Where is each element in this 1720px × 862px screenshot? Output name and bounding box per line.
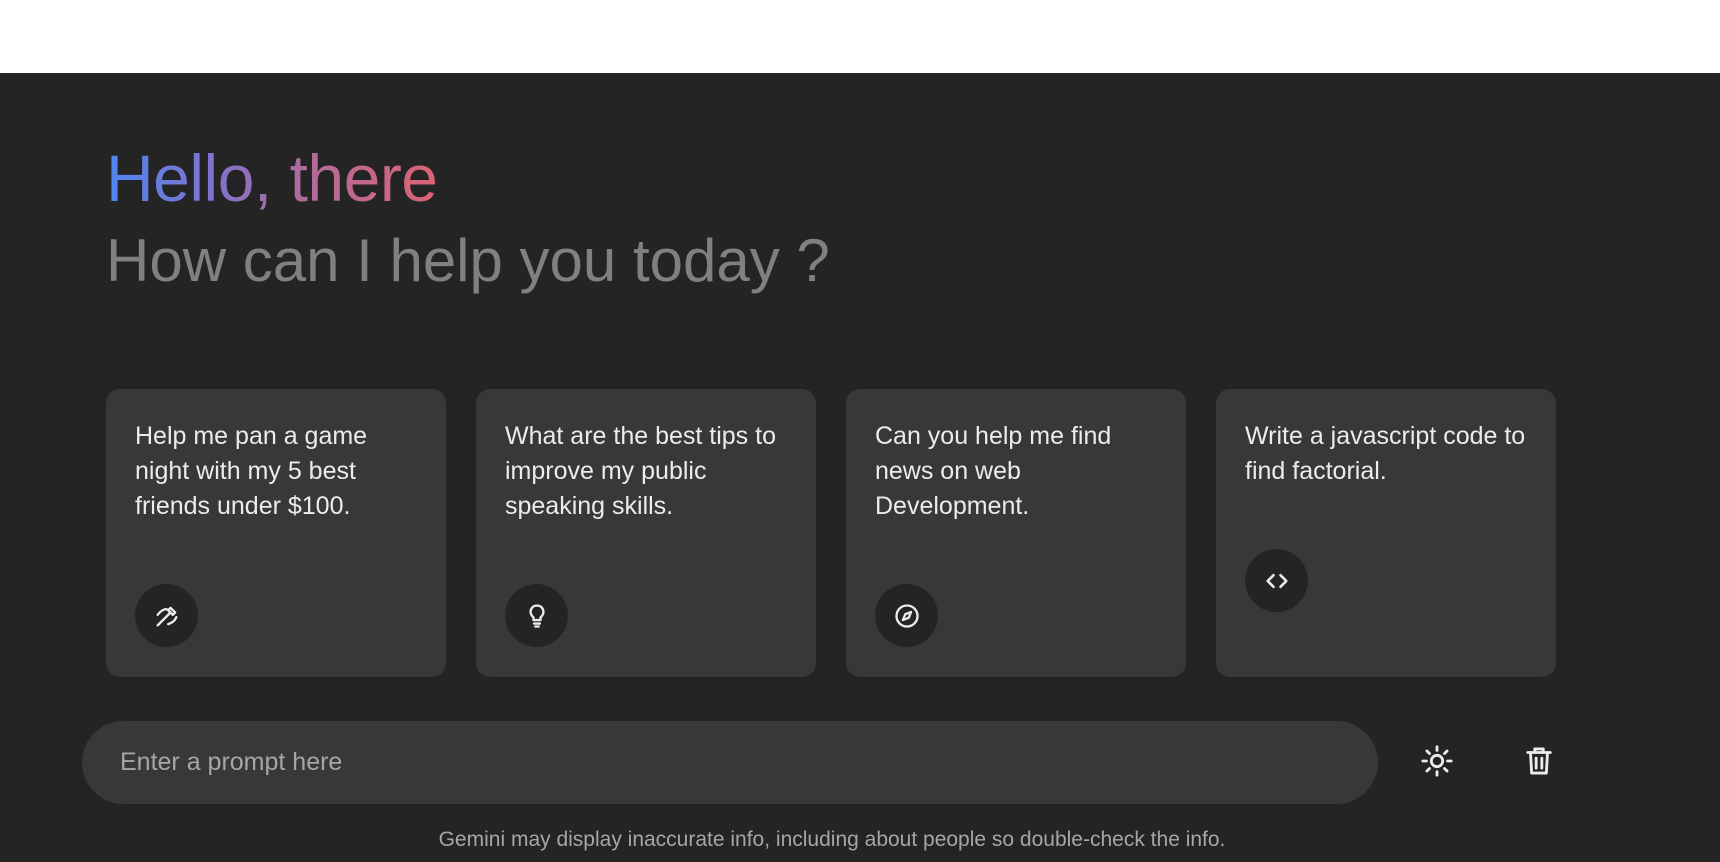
top-blank-strip [0, 0, 1720, 73]
trash-icon [1522, 744, 1556, 783]
suggestion-text: Write a javascript code to find factoria… [1245, 422, 1526, 485]
greeting-subtitle: How can I help you today ? [106, 227, 830, 294]
suggestion-card[interactable]: Can you help me find news on web Develop… [846, 389, 1186, 677]
suggestion-list: Help me pan a game night with my 5 best … [106, 389, 1556, 677]
greeting-title: Hello, there [106, 141, 438, 215]
prompt-form [82, 721, 1378, 804]
suggestion-card[interactable]: Help me pan a game night with my 5 best … [106, 389, 446, 677]
compass-icon [875, 584, 938, 647]
lightbulb-icon [505, 584, 568, 647]
delete-chats-button[interactable] [1511, 735, 1567, 791]
chat-app: Hello, there How can I help you today ? … [0, 73, 1720, 862]
prompt-input[interactable] [118, 747, 1342, 778]
suggestion-text: Can you help me find news on web Develop… [875, 422, 1112, 520]
theme-toggle-button[interactable] [1409, 735, 1465, 791]
suggestion-card[interactable]: Write a javascript code to find factoria… [1216, 389, 1556, 677]
code-icon [1245, 549, 1308, 612]
suggestion-card[interactable]: What are the best tips to improve my pub… [476, 389, 816, 677]
draw-icon [135, 584, 198, 647]
sun-icon [1420, 744, 1454, 783]
suggestion-text: Help me pan a game night with my 5 best … [135, 422, 368, 520]
suggestion-text: What are the best tips to improve my pub… [505, 422, 776, 520]
disclaimer-text: Gemini may display inaccurate info, incl… [438, 828, 1226, 851]
